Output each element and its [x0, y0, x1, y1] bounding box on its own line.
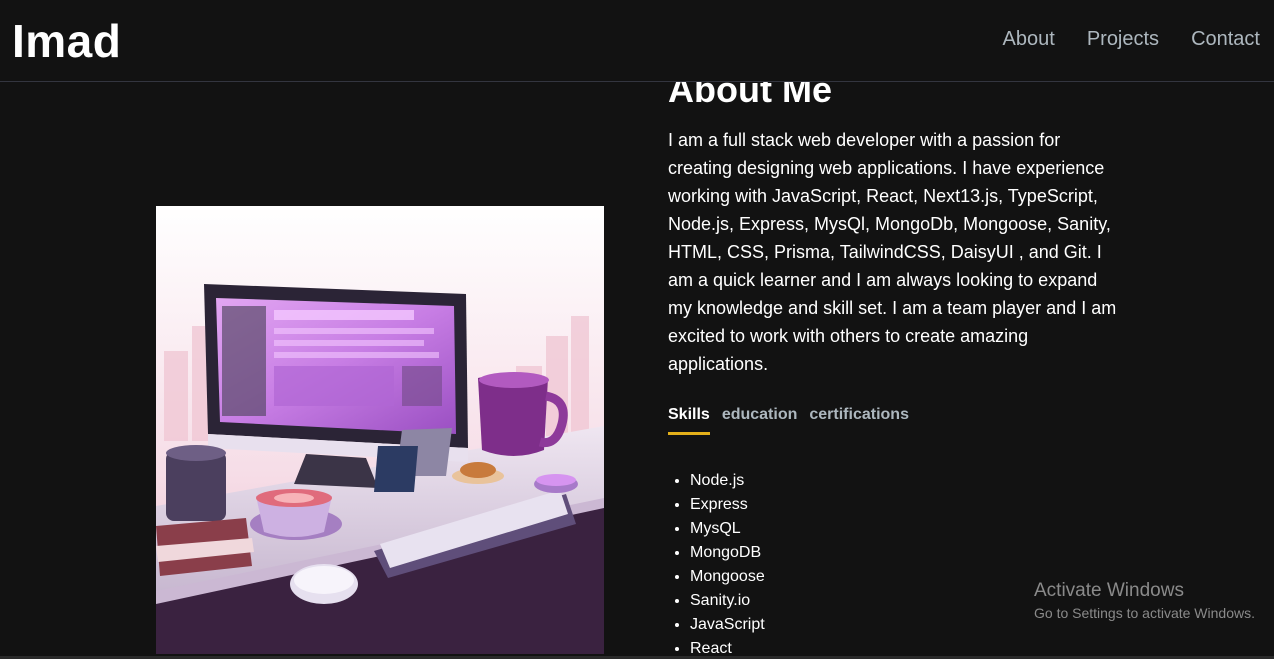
nav-link-about[interactable]: About	[1003, 28, 1055, 51]
nav-links: About Projects Contact	[1003, 28, 1260, 51]
about-description: I am a full stack web developer with a p…	[668, 130, 1117, 374]
about-section: About Me I am a full stack web developer…	[668, 70, 1118, 659]
skill-item: MysQL	[690, 517, 1118, 541]
brand-logo[interactable]: Imad	[12, 14, 121, 68]
page: Imad About Projects Contact About Me I a…	[0, 0, 1274, 659]
desk-computer-illustration	[156, 206, 604, 654]
about-illustration	[156, 206, 604, 654]
about-tabs: Skills education certifications	[668, 406, 1118, 435]
tab-certifications[interactable]: certifications	[809, 406, 909, 435]
tab-skills[interactable]: Skills	[668, 406, 710, 435]
nav-link-projects[interactable]: Projects	[1087, 28, 1159, 51]
skill-item: Node.js	[690, 469, 1118, 493]
skills-list: Node.js Express MysQL MongoDB Mongoose S…	[668, 469, 1118, 659]
skill-item: Express	[690, 493, 1118, 517]
tab-education[interactable]: education	[722, 406, 798, 435]
watermark-title: Activate Windows	[1034, 580, 1184, 601]
skill-item: MongoDB	[690, 541, 1118, 565]
activate-windows-watermark: Activate Windows Go to Settings to activ…	[1034, 580, 1255, 624]
nav-link-contact[interactable]: Contact	[1191, 28, 1260, 51]
navbar: Imad About Projects Contact	[0, 0, 1274, 82]
watermark-subtitle: Go to Settings to activate Windows.	[1034, 605, 1255, 621]
